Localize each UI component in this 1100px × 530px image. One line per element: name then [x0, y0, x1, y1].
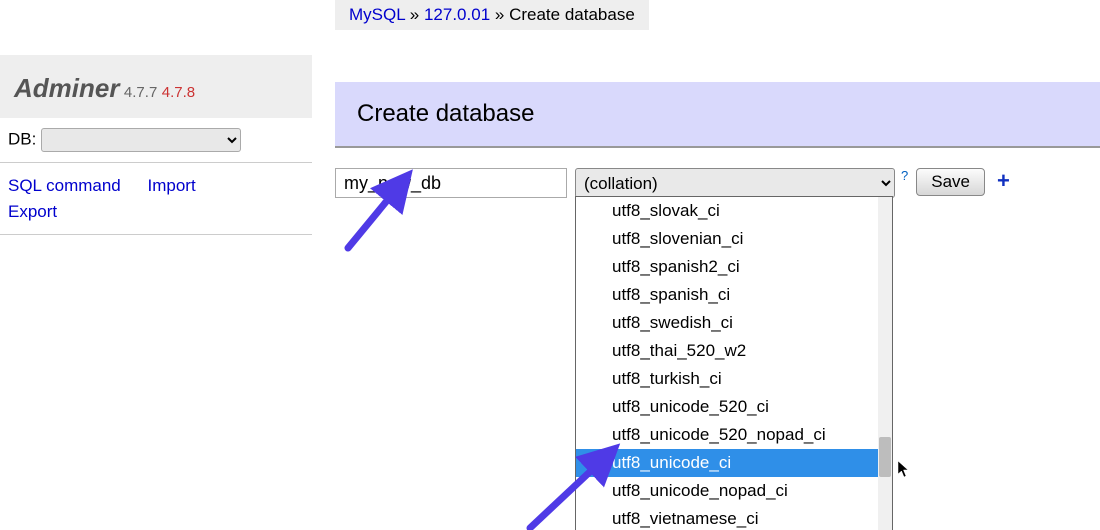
app-title: Adminer: [14, 73, 119, 103]
collation-option[interactable]: utf8_thai_520_w2: [576, 337, 892, 365]
collation-option[interactable]: utf8_turkish_ci: [576, 365, 892, 393]
save-button[interactable]: Save: [916, 168, 985, 196]
app-version: 4.7.7: [124, 84, 157, 101]
collation-option[interactable]: utf8_unicode_520_ci: [576, 393, 892, 421]
collation-option[interactable]: utf8_unicode_520_nopad_ci: [576, 421, 892, 449]
breadcrumb-sep: »: [410, 5, 424, 24]
collation-select[interactable]: (collation): [575, 168, 895, 198]
db-selector-row: DB:: [0, 118, 312, 163]
sql-command-link[interactable]: SQL command: [8, 173, 121, 199]
collation-option[interactable]: utf8_spanish_ci: [576, 281, 892, 309]
db-label: DB:: [8, 130, 36, 149]
collation-option[interactable]: utf8_slovenian_ci: [576, 225, 892, 253]
create-db-form: (collation) utf8_slovak_ciutf8_slovenian…: [335, 168, 1100, 198]
dbname-input[interactable]: [335, 168, 567, 198]
collation-option[interactable]: utf8_spanish2_ci: [576, 253, 892, 281]
collation-help-link[interactable]: ?: [901, 168, 908, 183]
breadcrumb-driver[interactable]: MySQL: [349, 5, 405, 24]
breadcrumb: MySQL » 127.0.01 » Create database: [335, 0, 649, 30]
app-latest-version: 4.7.8: [162, 84, 195, 101]
cursor-icon: [897, 460, 911, 478]
collation-option[interactable]: utf8_slovak_ci: [576, 197, 892, 225]
db-select[interactable]: [41, 128, 241, 152]
collation-option[interactable]: utf8_unicode_ci: [576, 449, 892, 477]
breadcrumb-host[interactable]: 127.0.01: [424, 5, 490, 24]
collation-listbox[interactable]: utf8_slovak_ciutf8_slovenian_ciutf8_span…: [575, 196, 893, 530]
collation-option[interactable]: utf8_swedish_ci: [576, 309, 892, 337]
collation-option[interactable]: utf8_unicode_nopad_ci: [576, 477, 892, 505]
import-link[interactable]: Import: [147, 173, 195, 199]
breadcrumb-sep: »: [495, 5, 509, 24]
breadcrumb-current: Create database: [509, 5, 635, 24]
page-title: Create database: [357, 100, 1078, 128]
app-title-box: Adminer 4.7.7 4.7.8: [0, 55, 312, 118]
add-button[interactable]: +: [993, 168, 1014, 194]
sidebar-links: SQL command Import Export: [0, 163, 312, 235]
listbox-scrollbar[interactable]: [878, 197, 892, 530]
export-link[interactable]: Export: [8, 199, 57, 225]
page-heading-bar: Create database: [335, 82, 1100, 148]
collation-option[interactable]: utf8_vietnamese_ci: [576, 505, 892, 530]
scrollbar-thumb[interactable]: [879, 437, 891, 477]
